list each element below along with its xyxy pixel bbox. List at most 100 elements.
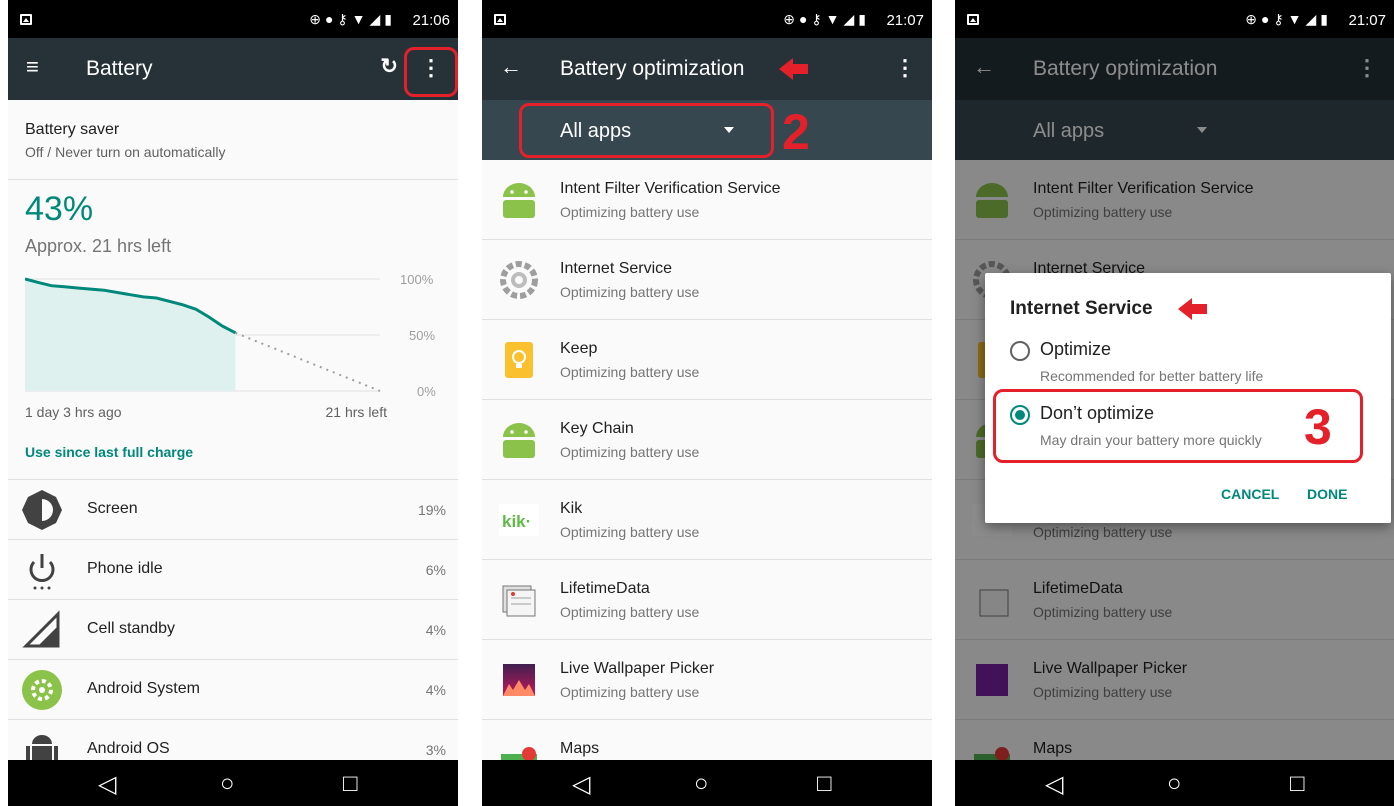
app-status: Optimizing battery use xyxy=(560,444,700,460)
annotation-arrow-title xyxy=(779,58,808,80)
navigation-bar: ◁ ○ □ xyxy=(8,760,458,806)
app-name: Key Chain xyxy=(560,420,634,437)
app-status: Optimizing battery use xyxy=(560,204,700,220)
notification-image-icon xyxy=(967,14,979,25)
optimize-radio[interactable] xyxy=(1010,341,1030,361)
battery-saver-item[interactable]: Battery saver Off / Never turn on automa… xyxy=(8,100,458,180)
usage-item-name: Screen xyxy=(87,500,138,517)
annotation-arrow-dialog xyxy=(1178,298,1207,320)
usage-item-name: Android OS xyxy=(87,740,170,757)
notification-image-icon xyxy=(494,14,506,25)
app-row[interactable]: Live Wallpaper Picker Optimizing battery… xyxy=(482,640,932,720)
tick-label-50: 50% xyxy=(409,328,435,343)
keep-icon xyxy=(505,342,533,378)
tick-label-0: 0% xyxy=(417,384,436,399)
status-icons: ⊕●⚷▼◢▮ xyxy=(783,11,870,27)
status-bar: ⊕●⚷▼◢▮ 21:07 xyxy=(955,0,1394,38)
app-row[interactable]: Keep Optimizing battery use xyxy=(482,320,932,400)
lifetimedata-icon xyxy=(502,585,536,617)
usage-item-name: Cell standby xyxy=(87,620,176,637)
battery-saver-title: Battery saver xyxy=(25,121,120,138)
status-time: 21:07 xyxy=(886,12,924,29)
android-icon xyxy=(503,183,535,218)
optimize-label: Optimize xyxy=(1040,339,1112,359)
refresh-icon[interactable]: ↻ xyxy=(380,54,398,79)
app-row[interactable]: Key Chain Optimizing battery use xyxy=(482,400,932,480)
optimization-dialog-screen: ⊕●⚷▼◢▮ 21:07 ← Battery optimization ⋮ Al… xyxy=(955,0,1394,806)
svg-text:kik·: kik· xyxy=(502,512,531,531)
navigation-bar: ◁ ○ □ xyxy=(482,760,932,806)
recents-nav-icon[interactable]: □ xyxy=(343,770,358,798)
cancel-button[interactable]: CANCEL xyxy=(1221,486,1279,502)
recents-nav-icon[interactable]: □ xyxy=(817,770,832,798)
annotation-box-1 xyxy=(404,47,458,97)
optimize-description: Recommended for better battery life xyxy=(1040,368,1264,384)
app-status: Optimizing battery use xyxy=(560,284,700,300)
home-nav-icon[interactable]: ○ xyxy=(1167,770,1182,798)
app-row[interactable]: kik· Kik Optimizing battery use xyxy=(482,480,932,560)
app-name: Internet Service xyxy=(560,260,673,277)
usage-item-android-system[interactable]: Android System 4% xyxy=(8,659,458,719)
usage-item-phone-idle[interactable]: Phone idle 6% xyxy=(8,539,458,599)
annotation-number-2: 2 xyxy=(782,104,810,160)
hamburger-menu-icon[interactable]: ≡ xyxy=(26,54,39,80)
app-name: Live Wallpaper Picker xyxy=(560,660,715,677)
wallpaper-icon xyxy=(503,664,535,696)
chart-start-label: 1 day 3 hrs ago xyxy=(25,404,122,420)
kik-icon: kik· xyxy=(499,504,539,536)
power-icon xyxy=(29,554,55,590)
app-bar: ← Battery optimization ⋮ xyxy=(482,38,932,100)
app-status: Optimizing battery use xyxy=(560,604,700,620)
app-status: Optimizing battery use xyxy=(560,364,700,380)
annotation-box-2 xyxy=(519,103,774,158)
back-nav-icon[interactable]: ◁ xyxy=(1045,770,1063,799)
app-row[interactable]: LifetimeData Optimizing battery use xyxy=(482,560,932,640)
usage-item-screen[interactable]: Screen 19% xyxy=(8,479,458,539)
settings-gear-icon xyxy=(22,670,62,710)
status-bar: ⊕●⚷▼◢▮ 21:06 xyxy=(8,0,458,38)
status-icons: ⊕●⚷▼◢▮ xyxy=(309,11,396,27)
usage-item-percent: 4% xyxy=(425,622,446,638)
back-arrow-icon[interactable]: ← xyxy=(500,54,522,80)
usage-item-name: Android System xyxy=(87,680,200,697)
status-icons: ⊕●⚷▼◢▮ xyxy=(1245,11,1332,27)
back-nav-icon[interactable]: ◁ xyxy=(572,770,590,799)
app-status: Optimizing battery use xyxy=(560,684,700,700)
app-status: Optimizing battery use xyxy=(560,524,700,540)
battery-saver-subtitle: Off / Never turn on automatically xyxy=(25,144,226,160)
use-since-full-charge-header: Use since last full charge xyxy=(25,444,194,460)
android-icon xyxy=(503,423,535,458)
app-row[interactable]: Internet Service Optimizing battery use xyxy=(482,240,932,320)
gear-icon xyxy=(500,261,538,299)
status-time: 21:06 xyxy=(412,12,450,29)
app-bar: ≡ Battery ↻ ⋮ xyxy=(8,38,458,100)
usage-item-percent: 19% xyxy=(417,502,446,518)
battery-projection-line xyxy=(235,331,381,392)
chart-end-label: 21 hrs left xyxy=(325,404,387,420)
app-name: Intent Filter Verification Service xyxy=(560,180,781,197)
usage-item-percent: 3% xyxy=(425,742,446,758)
app-name: Maps xyxy=(560,740,600,757)
status-time: 21:07 xyxy=(1348,12,1386,29)
home-nav-icon[interactable]: ○ xyxy=(220,770,235,798)
done-button[interactable]: DONE xyxy=(1307,486,1347,502)
usage-item-cell-standby[interactable]: Cell standby 4% xyxy=(8,599,458,659)
app-name: Keep xyxy=(560,340,598,357)
recents-nav-icon[interactable]: □ xyxy=(1290,770,1305,798)
status-bar: ⊕●⚷▼◢▮ 21:07 xyxy=(482,0,932,38)
app-row[interactable]: Intent Filter Verification Service Optim… xyxy=(482,160,932,240)
app-name: LifetimeData xyxy=(560,580,650,597)
page-title: Battery xyxy=(86,57,153,80)
home-nav-icon[interactable]: ○ xyxy=(694,770,709,798)
usage-item-name: Phone idle xyxy=(87,560,163,577)
usage-item-percent: 4% xyxy=(425,682,446,698)
signal-icon xyxy=(22,610,60,648)
overflow-menu-icon[interactable]: ⋮ xyxy=(894,55,916,81)
page-title: Battery optimization xyxy=(560,57,745,80)
battery-history-chart: 100% 50% 0% xyxy=(25,272,436,399)
back-nav-icon[interactable]: ◁ xyxy=(98,770,116,799)
navigation-bar: ◁ ○ □ xyxy=(955,760,1394,806)
battery-time-left: Approx. 21 hrs left xyxy=(25,236,172,256)
usage-item-percent: 6% xyxy=(425,562,446,578)
battery-percent: 43% xyxy=(25,190,94,228)
